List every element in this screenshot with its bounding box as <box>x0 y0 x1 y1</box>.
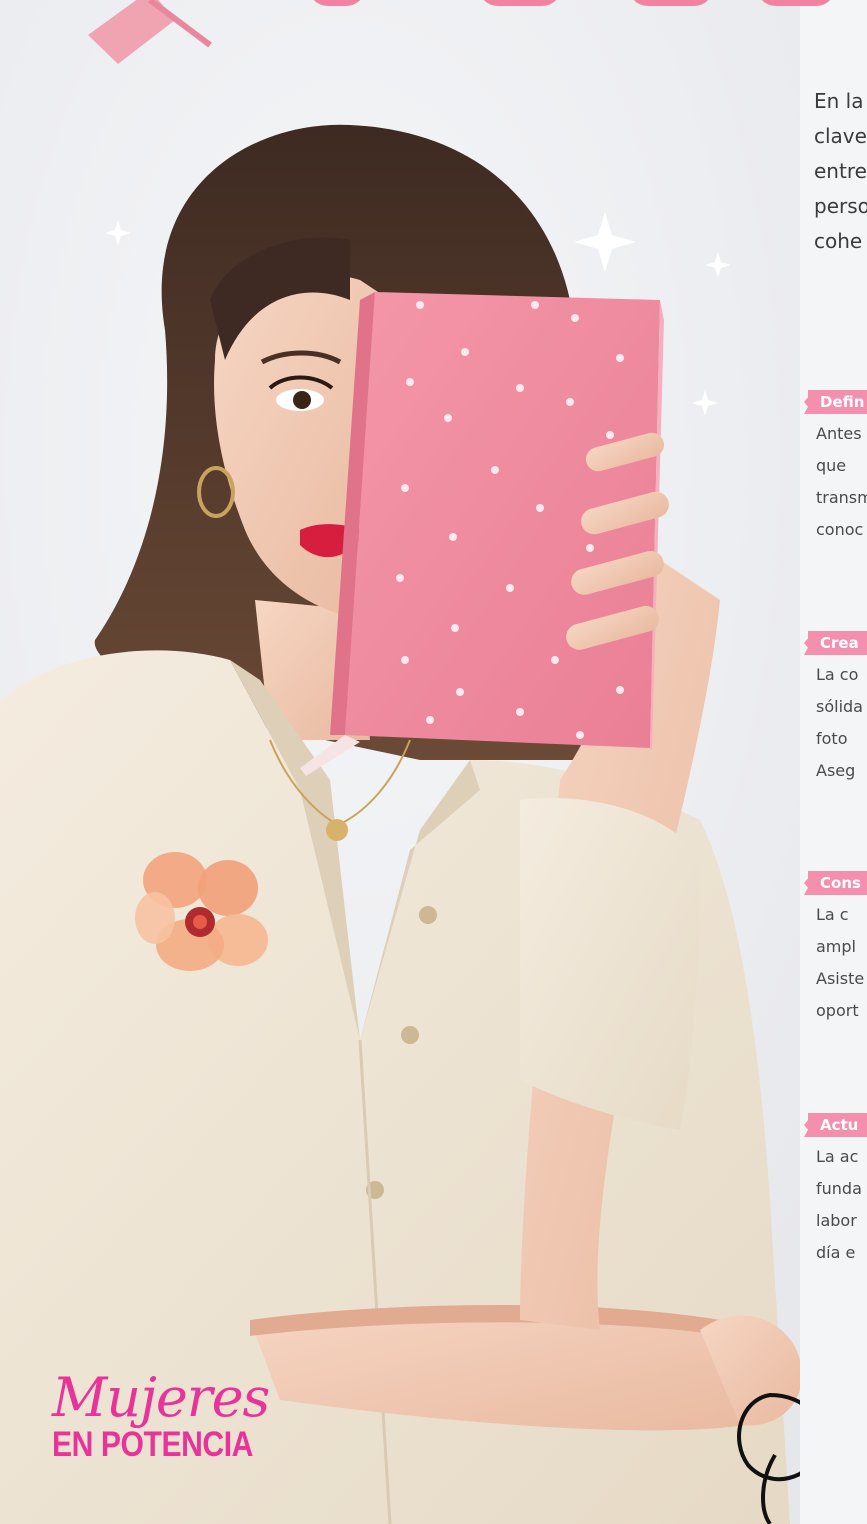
section-body: La c ampl Asiste oport <box>816 899 867 1027</box>
intro-line: perso <box>814 194 867 218</box>
page: En la clave entre perso cohe Defin Antes… <box>0 0 867 1524</box>
section-line: ampl <box>816 937 856 956</box>
section-define: Defin Antes que transm conoc <box>800 390 867 546</box>
section-build: Cons La c ampl Asiste oport <box>800 871 867 1027</box>
section-heading: Crea <box>804 631 867 655</box>
section-update: Actu La ac funda labor día e <box>800 1113 867 1269</box>
section-line: Antes <box>816 424 862 443</box>
section-line: que <box>816 456 847 475</box>
section-line: La co <box>816 665 859 684</box>
section-line: foto <box>816 729 848 748</box>
section-line: La ac <box>816 1147 859 1166</box>
intro-line: clave <box>814 124 867 148</box>
intro-line: En la <box>814 89 864 113</box>
section-line: día e <box>816 1243 856 1262</box>
section-line: conoc <box>816 520 864 539</box>
section-line: oport <box>816 1001 859 1020</box>
hero-photo <box>0 0 867 1524</box>
section-line: Asiste <box>816 969 865 988</box>
woman-with-notebook-illustration <box>0 0 867 1524</box>
section-line: transm <box>816 488 867 507</box>
section-body: La ac funda labor día e <box>816 1141 867 1269</box>
section-line: sólida <box>816 697 863 716</box>
section-body: La co sólida foto Aseg <box>816 659 867 787</box>
section-heading: Defin <box>804 390 867 414</box>
section-line: Aseg <box>816 761 856 780</box>
intro-line: entre <box>814 159 867 183</box>
intro-line: cohe <box>814 229 863 253</box>
section-body: Antes que transm conoc <box>816 418 867 546</box>
logo-script-text: Mujeres <box>52 1366 270 1429</box>
section-line: labor <box>816 1211 857 1230</box>
section-heading: Cons <box>804 871 867 895</box>
brand-logo: Mujeres EN POTENCIA <box>52 1370 302 1464</box>
section-create: Crea La co sólida foto Aseg <box>800 631 867 787</box>
intro-paragraph: En la clave entre perso cohe <box>814 84 867 259</box>
section-heading: Actu <box>804 1113 867 1137</box>
section-line: La c <box>816 905 849 924</box>
logo-block-text: EN POTENCIA <box>52 1425 253 1464</box>
section-line: funda <box>816 1179 862 1198</box>
